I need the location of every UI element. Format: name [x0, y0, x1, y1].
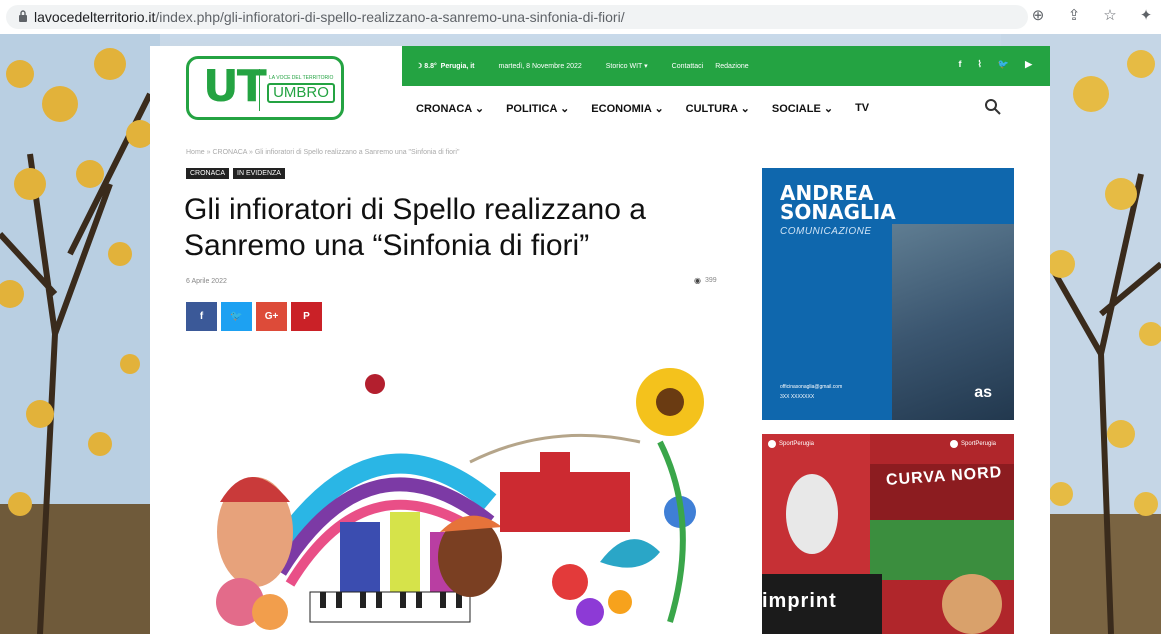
- ad-banner-sport[interactable]: SportPerugia SportPerugia CURVA NORD imp…: [762, 434, 1014, 634]
- ad-instagram-handle-2: SportPerugia: [950, 440, 996, 448]
- nav-sociale[interactable]: SOCIALE ⌄: [772, 102, 833, 115]
- zoom-icon[interactable]: ⊕: [1029, 6, 1047, 24]
- extension-icon[interactable]: ✦: [1137, 6, 1155, 24]
- storico-link[interactable]: Storico WIT ▾: [606, 62, 648, 70]
- eye-icon: ◉: [694, 276, 701, 285]
- star-icon[interactable]: ☆: [1101, 6, 1119, 24]
- redazione-link[interactable]: Redazione: [715, 63, 748, 70]
- ad-monogram: as: [974, 384, 992, 401]
- nav-politica[interactable]: POLITICA ⌄: [506, 102, 569, 115]
- website-container: ☽ 8.8° Perugia, it martedì, 8 Novembre 2…: [150, 46, 1050, 634]
- twitter-icon[interactable]: 🐦: [998, 59, 1009, 70]
- ad-brand-sub: COMUNICAZIONE: [780, 226, 872, 237]
- logo-umbro: UMBRO: [267, 83, 335, 103]
- share-buttons: f 🐦 G+ P: [186, 302, 322, 331]
- facebook-icon[interactable]: f: [958, 59, 961, 70]
- share-google-button[interactable]: G+: [256, 302, 287, 331]
- view-count: ◉ 399: [694, 276, 717, 285]
- article-title: Gli infioratori di Spello realizzano a S…: [184, 193, 646, 262]
- logo-tagline: LA VOCE DEL TERRITORIO: [269, 75, 334, 81]
- url-path: /index.php/gli-infioratori-di-spello-rea…: [155, 9, 625, 25]
- nav-tv[interactable]: TV: [855, 102, 869, 115]
- article-tags: CRONACA IN EVIDENZA: [186, 168, 285, 179]
- ad-brand-name: ANDREA SONAGLIA: [780, 181, 896, 224]
- tag-in-evidenza[interactable]: IN EVIDENZA: [233, 168, 285, 179]
- ad-photo-perugia: [892, 224, 1014, 420]
- weather-widget: ☽ 8.8° Perugia, it: [416, 63, 475, 70]
- breadcrumb[interactable]: Home » CRONACA » Gli infioratori di Spel…: [186, 149, 459, 156]
- logo-mark: UT: [203, 61, 267, 112]
- social-links: f ⌇ 🐦 ▶: [958, 59, 1032, 70]
- top-bar: ☽ 8.8° Perugia, it martedì, 8 Novembre 2…: [402, 46, 1050, 86]
- url-host: lavocedelterritorio.it: [34, 9, 156, 25]
- share-icon[interactable]: ⇪: [1065, 6, 1083, 24]
- share-pinterest-button[interactable]: P: [291, 302, 322, 331]
- main-nav: CRONACA ⌄ POLITICA ⌄ ECONOMIA ⌄ CULTURA …: [416, 102, 869, 115]
- share-facebook-button[interactable]: f: [186, 302, 217, 331]
- browser-toolbar: lavocedelterritorio.it/index.php/gli-inf…: [0, 0, 1161, 34]
- search-icon[interactable]: [984, 98, 1002, 116]
- share-twitter-button[interactable]: 🐦: [221, 302, 252, 331]
- nav-cronaca[interactable]: CRONACA ⌄: [416, 102, 484, 115]
- article-date: 6 Aprile 2022: [186, 278, 227, 285]
- rss-icon[interactable]: ⌇: [977, 59, 981, 70]
- tag-cronaca[interactable]: CRONACA: [186, 168, 230, 179]
- nav-economia[interactable]: ECONOMIA ⌄: [591, 102, 663, 115]
- page-background: ☽ 8.8° Perugia, it martedì, 8 Novembre 2…: [0, 34, 1161, 634]
- article-hero-image: [190, 362, 720, 634]
- nav-cultura[interactable]: CULTURA ⌄: [686, 102, 750, 115]
- lock-icon: [19, 10, 27, 22]
- contatti-link[interactable]: Contattaci: [672, 63, 704, 70]
- ad-instagram-handle-1: SportPerugia: [768, 440, 814, 448]
- address-bar[interactable]: lavocedelterritorio.it/index.php/gli-inf…: [6, 5, 1028, 29]
- site-logo[interactable]: UT LA VOCE DEL TERRITORIO UMBRO: [186, 56, 344, 120]
- ad-contacts: officinasonaglia@gmail.com 3XX XXXXXXX: [780, 384, 843, 400]
- current-date: martedì, 8 Novembre 2022: [498, 62, 582, 70]
- ad-imprint-text: imprint: [762, 590, 837, 612]
- autumn-tree-left: [0, 34, 160, 634]
- ad-banner-sonaglia[interactable]: ANDREA SONAGLIA COMUNICAZIONE officinason…: [762, 168, 1014, 420]
- youtube-icon[interactable]: ▶: [1025, 59, 1032, 70]
